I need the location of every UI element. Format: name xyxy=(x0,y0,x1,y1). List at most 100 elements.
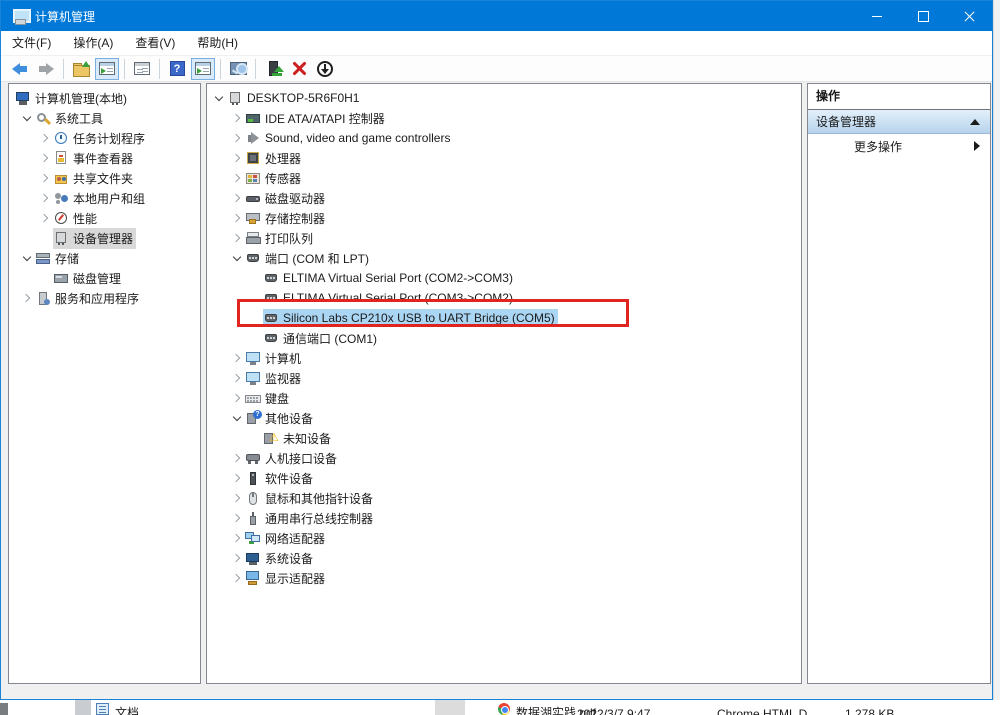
tree-item-storage[interactable]: 存储 xyxy=(9,248,200,268)
chevron-right-icon[interactable] xyxy=(37,208,53,228)
device-item-software-devices[interactable]: 软件设备 xyxy=(207,468,801,488)
tree-item-system-tools[interactable]: 系统工具 xyxy=(9,108,200,128)
tree-item-shared-folders[interactable]: 共享文件夹 xyxy=(9,168,200,188)
tree-item-services-apps[interactable]: 服务和应用程序 xyxy=(9,288,200,308)
device-item-print-queues[interactable]: 打印队列 xyxy=(207,228,801,248)
tree-item-event-viewer[interactable]: 事件查看器 xyxy=(9,148,200,168)
menu-view[interactable]: 查看(V) xyxy=(124,31,186,55)
device-label: 通信端口 (COM1) xyxy=(280,328,380,349)
chevron-right-icon[interactable] xyxy=(229,568,245,588)
storage-icon xyxy=(35,251,52,266)
chevron-right-icon[interactable] xyxy=(37,188,53,208)
show-action-pane-button[interactable] xyxy=(191,58,215,80)
properties-button[interactable] xyxy=(130,58,154,80)
device-item-processors[interactable]: 处理器 xyxy=(207,148,801,168)
tree-item-disk-management[interactable]: 磁盘管理 xyxy=(9,268,200,288)
title-bar[interactable]: 计算机管理 xyxy=(1,1,992,31)
export-list-button[interactable] xyxy=(69,58,93,80)
chevron-right-icon[interactable] xyxy=(229,368,245,388)
device-item-monitors[interactable]: 监视器 xyxy=(207,368,801,388)
tree-item-computer-management[interactable]: 计算机管理(本地) xyxy=(9,88,200,108)
background-fragment xyxy=(0,703,8,715)
device-item-silicon-labs-cp210x[interactable]: Silicon Labs CP210x USB to UART Bridge (… xyxy=(207,308,801,328)
chevron-down-icon[interactable] xyxy=(19,108,35,128)
show-console-tree-button[interactable] xyxy=(95,58,119,80)
chevron-down-icon[interactable] xyxy=(229,248,245,268)
chevron-right-icon[interactable] xyxy=(229,528,245,548)
tree-item-task-scheduler[interactable]: 任务计划程序 xyxy=(9,128,200,148)
menu-file[interactable]: 文件(F) xyxy=(1,31,62,55)
chevron-right-icon[interactable] xyxy=(37,168,53,188)
device-item-network-adapters[interactable]: 网络适配器 xyxy=(207,528,801,548)
tree-item-local-users[interactable]: 本地用户和组 xyxy=(9,188,200,208)
collapse-arrow-icon[interactable] xyxy=(970,119,980,125)
device-item-sensors[interactable]: 传感器 xyxy=(207,168,801,188)
back-button[interactable] xyxy=(8,58,32,80)
chevron-right-icon[interactable] xyxy=(229,188,245,208)
device-item-system-devices[interactable]: 系统设备 xyxy=(207,548,801,568)
chevron-right-icon[interactable] xyxy=(229,228,245,248)
tree-item-device-manager[interactable]: 设备管理器 xyxy=(9,228,200,248)
device-label: 网络适配器 xyxy=(262,528,328,549)
maximize-button[interactable] xyxy=(900,1,946,31)
device-item-usb-controllers[interactable]: 通用串行总线控制器 xyxy=(207,508,801,528)
chevron-right-icon[interactable] xyxy=(19,288,35,308)
chevron-right-icon[interactable] xyxy=(229,468,245,488)
chevron-right-icon[interactable] xyxy=(229,208,245,228)
minimize-button[interactable] xyxy=(854,1,900,31)
background-file-row[interactable]: 文档 数据湖实践.pdf 2022/3/7 9:47 Chrome HTML D… xyxy=(0,700,1000,715)
menu-help[interactable]: 帮助(H) xyxy=(186,31,249,55)
device-item-ports[interactable]: 端口 (COM 和 LPT) xyxy=(207,248,801,268)
device-item-hid[interactable]: 人机接口设备 xyxy=(207,448,801,468)
chevron-down-icon[interactable] xyxy=(19,248,35,268)
chevron-right-icon[interactable] xyxy=(229,388,245,408)
chevron-right-icon[interactable] xyxy=(229,128,245,148)
chevron-down-icon[interactable] xyxy=(229,408,245,428)
network-adapter-icon xyxy=(245,531,262,546)
device-item-sound-controllers[interactable]: Sound, video and game controllers xyxy=(207,128,801,148)
more-actions-item[interactable]: 更多操作 xyxy=(808,134,990,158)
device-label: ELTIMA Virtual Serial Port (COM3->COM2) xyxy=(280,289,516,307)
actions-group-title: 设备管理器 xyxy=(816,113,876,130)
chevron-down-icon[interactable] xyxy=(211,88,227,108)
chevron-right-icon[interactable] xyxy=(229,448,245,468)
device-item-disk-drives[interactable]: 磁盘驱动器 xyxy=(207,188,801,208)
device-label: 端口 (COM 和 LPT) xyxy=(262,248,372,269)
device-item-unknown-device[interactable]: 未知设备 xyxy=(207,428,801,448)
device-item-desktop-root[interactable]: DESKTOP-5R6F0H1 xyxy=(207,88,801,108)
help-icon xyxy=(170,61,185,76)
actions-group-device-manager[interactable]: 设备管理器 xyxy=(808,110,990,134)
tree-label: 本地用户和组 xyxy=(70,188,148,209)
device-item-com1[interactable]: 通信端口 (COM1) xyxy=(207,328,801,348)
close-button[interactable] xyxy=(946,1,992,31)
chevron-right-icon[interactable] xyxy=(229,108,245,128)
device-item-eltima-com2[interactable]: ELTIMA Virtual Serial Port (COM2->COM3) xyxy=(207,268,801,288)
chevron-right-icon[interactable] xyxy=(229,168,245,188)
chevron-right-icon[interactable] xyxy=(229,508,245,528)
disable-device-button[interactable] xyxy=(313,58,337,80)
forward-button[interactable] xyxy=(34,58,58,80)
device-item-eltima-com3[interactable]: ELTIMA Virtual Serial Port (COM3->COM2) xyxy=(207,288,801,308)
device-item-storage-controllers[interactable]: 存储控制器 xyxy=(207,208,801,228)
device-item-ide-controllers[interactable]: IDE ATA/ATAPI 控制器 xyxy=(207,108,801,128)
find-button[interactable] xyxy=(226,58,250,80)
uninstall-device-button[interactable] xyxy=(287,58,311,80)
device-item-other-devices[interactable]: 其他设备 xyxy=(207,408,801,428)
hid-icon xyxy=(245,451,262,466)
toolbar-separator xyxy=(124,59,125,79)
device-item-keyboards[interactable]: 键盘 xyxy=(207,388,801,408)
chevron-right-icon[interactable] xyxy=(229,548,245,568)
chevron-right-icon[interactable] xyxy=(229,348,245,368)
chevron-right-icon[interactable] xyxy=(229,488,245,508)
update-driver-button[interactable] xyxy=(261,58,285,80)
chevron-right-icon[interactable] xyxy=(37,128,53,148)
menu-action[interactable]: 操作(A) xyxy=(62,31,124,55)
help-button[interactable] xyxy=(165,58,189,80)
export-folder-icon xyxy=(73,62,89,76)
device-item-computer[interactable]: 计算机 xyxy=(207,348,801,368)
chevron-right-icon[interactable] xyxy=(229,148,245,168)
tree-item-performance[interactable]: 性能 xyxy=(9,208,200,228)
device-item-display-adapters[interactable]: 显示适配器 xyxy=(207,568,801,588)
device-item-mice[interactable]: 鼠标和其他指针设备 xyxy=(207,488,801,508)
chevron-right-icon[interactable] xyxy=(37,148,53,168)
